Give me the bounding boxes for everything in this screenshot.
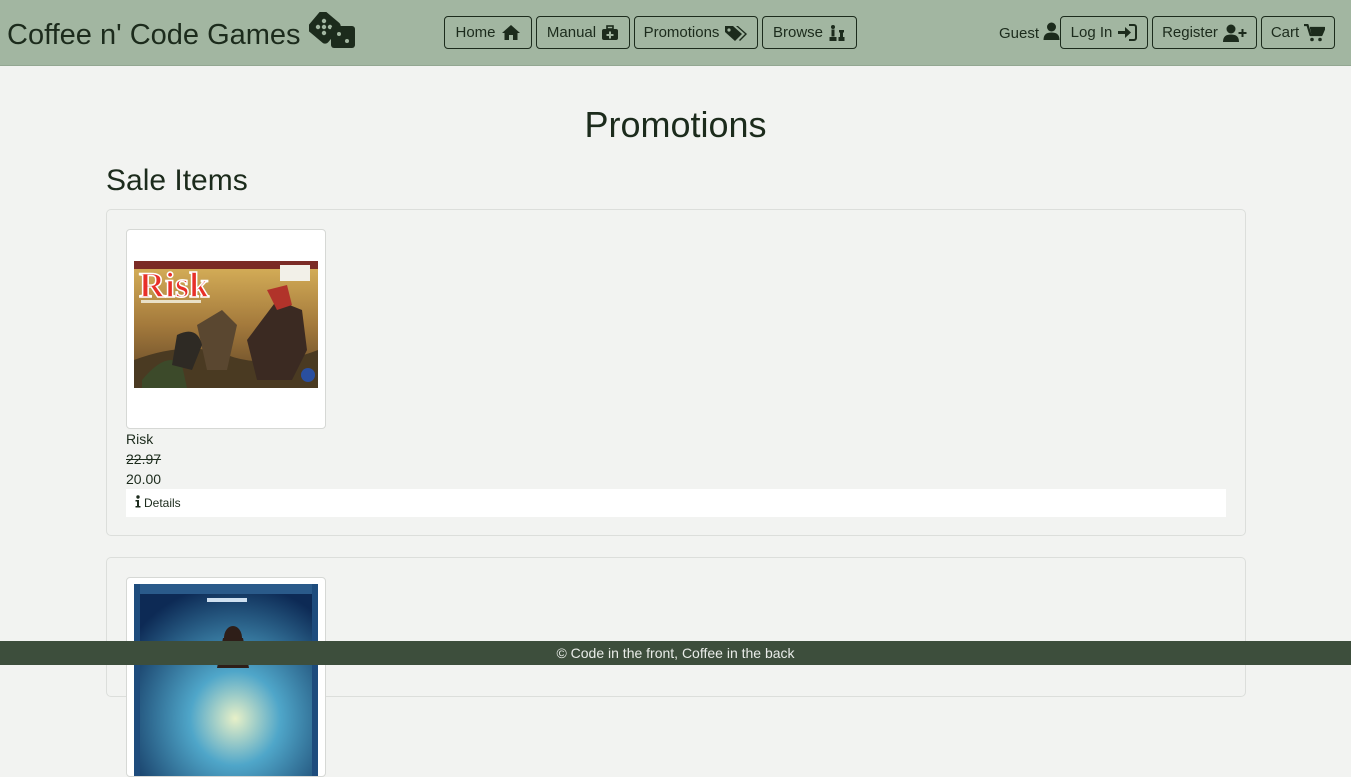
nav-manual-button[interactable]: Manual	[536, 16, 630, 49]
info-icon	[135, 495, 141, 511]
sale-item-card: Risk Risk 22.97 20.00 Details	[106, 209, 1246, 536]
sign-in-icon	[1117, 24, 1138, 41]
navbar: Coffee n' Code Games Home Manual Promoti…	[0, 0, 1351, 66]
nav-promotions-label: Promotions	[643, 24, 720, 41]
product-image-risk[interactable]: Risk	[126, 229, 326, 429]
chess-icon	[828, 24, 846, 42]
guest-label: Guest	[999, 24, 1040, 42]
details-button[interactable]: Details	[126, 489, 1226, 517]
nav-browse-label: Browse	[772, 24, 824, 41]
brand[interactable]: Coffee n' Code Games	[7, 10, 357, 58]
register-label: Register	[1162, 24, 1218, 41]
nav-browse-button[interactable]: Browse	[762, 16, 857, 49]
register-button[interactable]: Register	[1152, 16, 1257, 49]
page-title: Promotions	[584, 104, 767, 145]
product-image[interactable]	[126, 577, 326, 777]
details-label: Details	[144, 496, 181, 510]
item-original-price: 22.97	[126, 451, 162, 467]
footer: © Code in the front, Coffee in the back	[0, 641, 1351, 665]
nav-home-button[interactable]: Home	[444, 16, 532, 49]
cart-button[interactable]: Cart	[1261, 16, 1335, 49]
cart-icon	[1304, 23, 1326, 42]
section-title: Sale Items	[106, 164, 248, 197]
guest-indicator: Guest	[999, 22, 1060, 44]
footer-text: © Code in the front, Coffee in the back	[556, 645, 795, 661]
nav-promotions-button[interactable]: Promotions	[634, 16, 758, 49]
user-icon	[1043, 22, 1060, 44]
dice-icon	[306, 10, 357, 58]
user-plus-icon	[1222, 24, 1247, 42]
nav-manual-label: Manual	[546, 24, 597, 41]
sale-item-card	[106, 557, 1246, 777]
medkit-icon	[601, 24, 619, 41]
brand-title[interactable]: Coffee n' Code Games	[7, 19, 301, 52]
item-name[interactable]: Risk	[126, 431, 153, 447]
nav-home-label: Home	[455, 24, 496, 41]
svg-text:Risk: Risk	[139, 265, 209, 305]
cart-label: Cart	[1270, 24, 1300, 41]
home-icon	[501, 24, 521, 41]
login-label: Log In	[1070, 24, 1113, 41]
tags-icon	[724, 24, 748, 42]
item-sale-price: 20.00	[126, 471, 162, 487]
login-button[interactable]: Log In	[1060, 16, 1148, 49]
